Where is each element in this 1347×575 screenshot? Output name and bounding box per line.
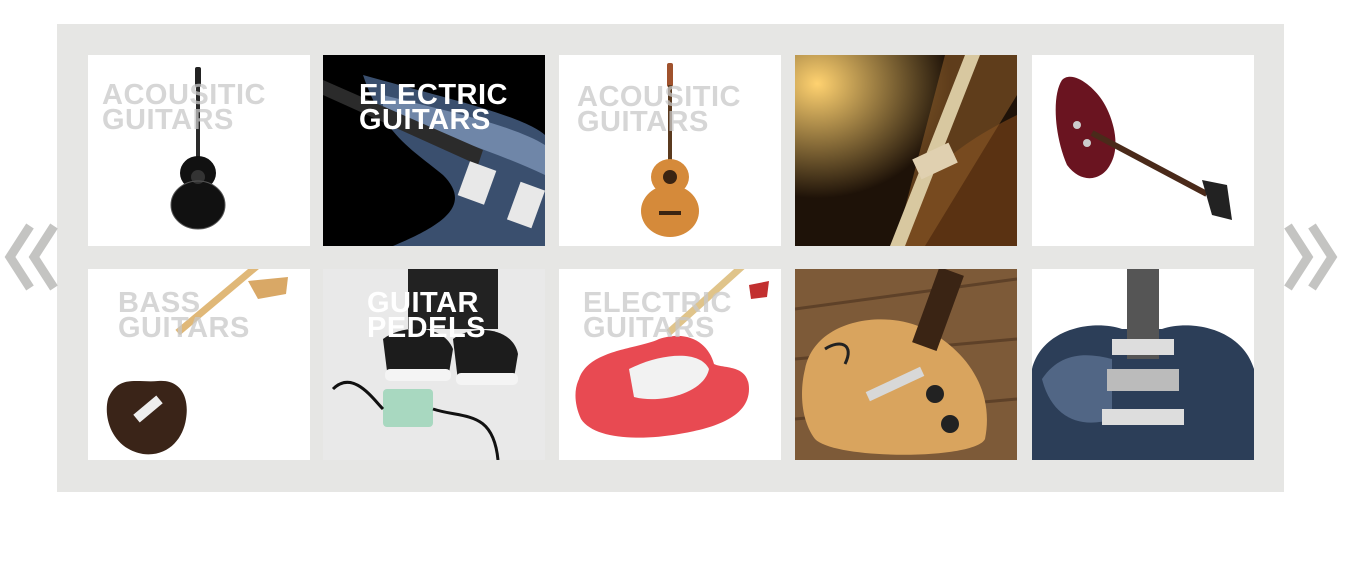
tile-guitar-pedels[interactable]: GUITAR PEDELS: [323, 269, 545, 460]
tile-caption: GUITAR PEDELS: [367, 287, 487, 344]
tile-guitar-closeup[interactable]: [795, 55, 1017, 246]
tile-caption: ELECTRIC GUITARS: [583, 287, 732, 344]
tile-electric-guitar-red[interactable]: [1032, 55, 1254, 246]
tile-electric-guitars-2[interactable]: ELECTRIC GUITARS: [559, 269, 781, 460]
tile-hollowbody-guitar[interactable]: [795, 269, 1017, 460]
double-chevron-right-icon: [1284, 223, 1338, 291]
tile-electric-guitars-1[interactable]: ELECTRIC GUITARS: [323, 55, 545, 246]
electric-guitar-red-image: [1055, 76, 1232, 220]
hollowbody-guitar-wood-image: [795, 269, 1017, 460]
tile-caption: ACOUSITIC GUITARS: [102, 79, 266, 136]
tile-semi-hollow-guitar[interactable]: [1032, 269, 1254, 460]
tile-acoustic-guitars-1[interactable]: ACOUSITIC GUITARS: [88, 55, 310, 246]
carousel-prev-button[interactable]: [4, 220, 60, 294]
carousel-next-button[interactable]: [1282, 220, 1338, 294]
tile-bass-guitars[interactable]: BASS GUITARS: [88, 269, 310, 460]
guitar-closeup-warm-image: [795, 55, 1017, 246]
tile-acoustic-guitars-2[interactable]: ACOUSITIC GUITARS: [559, 55, 781, 246]
tile-caption: BASS GUITARS: [118, 287, 250, 344]
semi-hollow-guitar-blue-image: [1032, 269, 1254, 460]
tile-caption: ACOUSITIC GUITARS: [577, 81, 741, 138]
double-chevron-left-icon: [4, 223, 58, 291]
tile-caption: ELECTRIC GUITARS: [359, 79, 508, 136]
